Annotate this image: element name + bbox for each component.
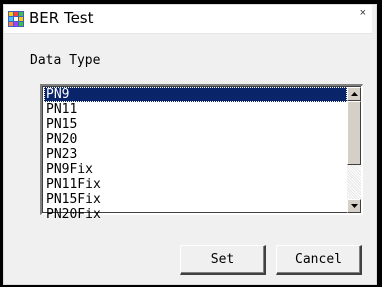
scroll-thumb[interactable] xyxy=(347,101,361,165)
app-grid-icon xyxy=(8,11,24,27)
list-item[interactable]: PN11 xyxy=(44,102,347,117)
scroll-down-button[interactable] xyxy=(347,199,361,213)
window-title: BER Test xyxy=(29,9,94,27)
list-item[interactable]: PN23 xyxy=(44,147,347,162)
set-button[interactable]: Set xyxy=(180,245,266,275)
list-items: PN9 PN11 PN15 PN20 PN23 PN9Fix PN11Fix PN15Fix P… xyxy=(44,87,347,222)
data-type-listbox[interactable]: PN9 PN11 PN15 PN20 PN23 PN9Fix PN11Fix PN15Fix P… xyxy=(40,84,363,222)
list-item[interactable]: PN9 xyxy=(44,87,347,102)
data-type-label: Data Type xyxy=(30,53,101,68)
list-item[interactable]: PN9Fix xyxy=(44,162,347,177)
scroll-up-button[interactable] xyxy=(347,87,361,101)
list-item[interactable]: PN20 xyxy=(44,132,347,147)
list-item[interactable]: PN15Fix xyxy=(44,192,347,207)
list-item[interactable]: PN20Fix xyxy=(44,207,347,222)
arrow-down-icon xyxy=(351,204,358,208)
list-item[interactable]: PN11Fix xyxy=(44,177,347,192)
cancel-button[interactable]: Cancel xyxy=(276,245,362,275)
close-icon[interactable]: × xyxy=(360,7,366,19)
vertical-scrollbar[interactable] xyxy=(347,87,361,213)
list-item[interactable]: PN15 xyxy=(44,117,347,132)
title-bar[interactable]: BER Test × xyxy=(4,5,372,34)
arrow-up-icon xyxy=(351,92,358,96)
